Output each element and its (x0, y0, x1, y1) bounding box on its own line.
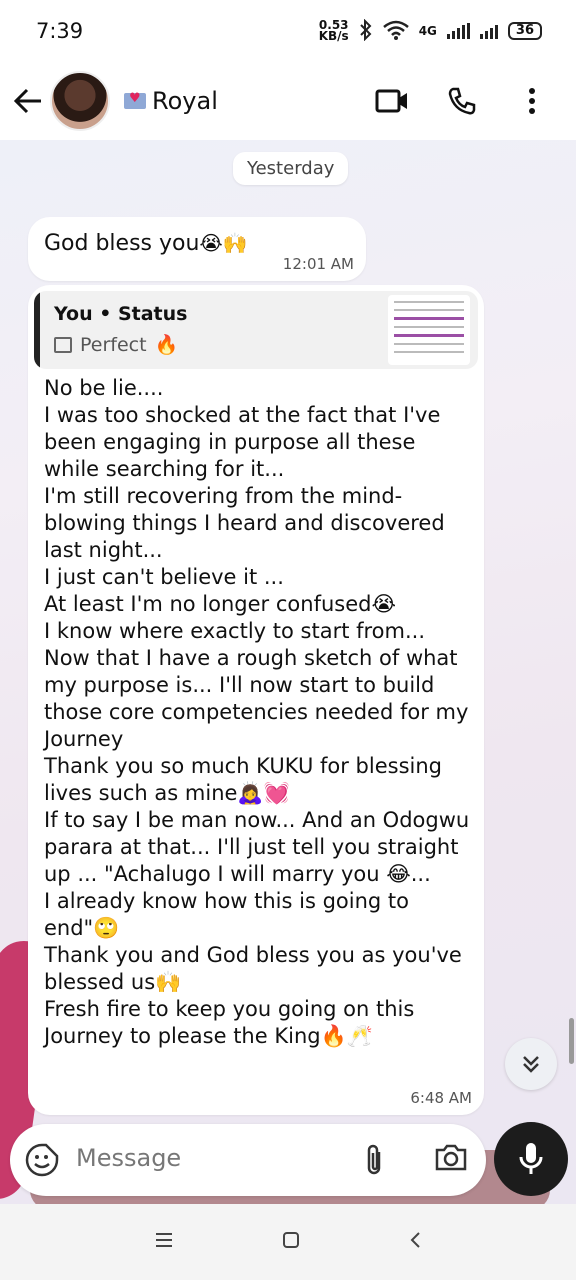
network-speed: 0.53 KB/s (318, 18, 349, 43)
heart-badge-icon (124, 91, 146, 109)
message-time: 12:01 AM (282, 255, 354, 273)
chat-area[interactable]: Yesterday God bless you😭🙌 12:01 AM You •… (0, 140, 576, 1204)
quote-accent-bar (34, 291, 40, 369)
more-options-icon[interactable] (514, 83, 550, 119)
signal-strength-icon-2 (479, 23, 498, 39)
menu-icon[interactable] (155, 1232, 173, 1252)
avatar[interactable] (50, 71, 110, 131)
sticker-icon[interactable] (24, 1142, 60, 1182)
quote-title: You • Status (54, 303, 188, 325)
message-input[interactable]: Message (76, 1144, 181, 1172)
signal-strength-icon (446, 23, 470, 39)
bluetooth-icon (359, 18, 373, 44)
message-bubble[interactable]: God bless you😭🙌 12:01 AM (28, 217, 366, 281)
date-separator: Yesterday (233, 152, 349, 185)
message-emojis: 😭🙌 (199, 231, 248, 255)
battery-indicator: 36 (507, 22, 542, 40)
contact-name[interactable]: Royal (124, 87, 218, 115)
scroll-to-bottom-button[interactable] (505, 1038, 557, 1090)
back-nav-icon[interactable] (409, 1231, 421, 1253)
quote-subtitle: Perfect 🔥 (54, 333, 178, 356)
double-chevron-down-icon (523, 1056, 539, 1073)
home-icon[interactable] (282, 1231, 300, 1253)
status-thumbnail (388, 295, 470, 365)
wifi-icon (382, 20, 409, 43)
video-call-icon[interactable] (374, 83, 410, 119)
status-bar: 7:39 0.53 KB/s 4G 36 (0, 0, 576, 62)
quoted-status-reply[interactable]: You • Status Perfect 🔥 (34, 291, 478, 369)
mic-icon (519, 1143, 543, 1174)
voice-record-button[interactable] (494, 1122, 568, 1196)
voice-call-icon[interactable] (444, 83, 480, 119)
message-composer[interactable]: Message (10, 1124, 486, 1196)
chat-header: Royal (0, 62, 576, 140)
message-text: No be lie.... I was too shocked at the f… (44, 376, 470, 1048)
message-bubble[interactable]: You • Status Perfect 🔥 No be lie.... I w… (28, 285, 484, 1115)
camera-icon[interactable] (434, 1142, 468, 1176)
message-text: God bless you😭🙌 (44, 231, 248, 256)
status-icons: 0.53 KB/s 4G 36 (318, 18, 542, 44)
message-time: 6:48 AM (410, 1089, 472, 1107)
scrollbar[interactable] (569, 1018, 574, 1064)
attach-icon[interactable] (362, 1142, 386, 1182)
back-arrow-icon[interactable] (12, 85, 44, 117)
system-nav-bar (0, 1204, 576, 1280)
image-icon (54, 336, 72, 353)
network-type-label: 4G (418, 24, 437, 38)
clock: 7:39 (36, 19, 84, 43)
